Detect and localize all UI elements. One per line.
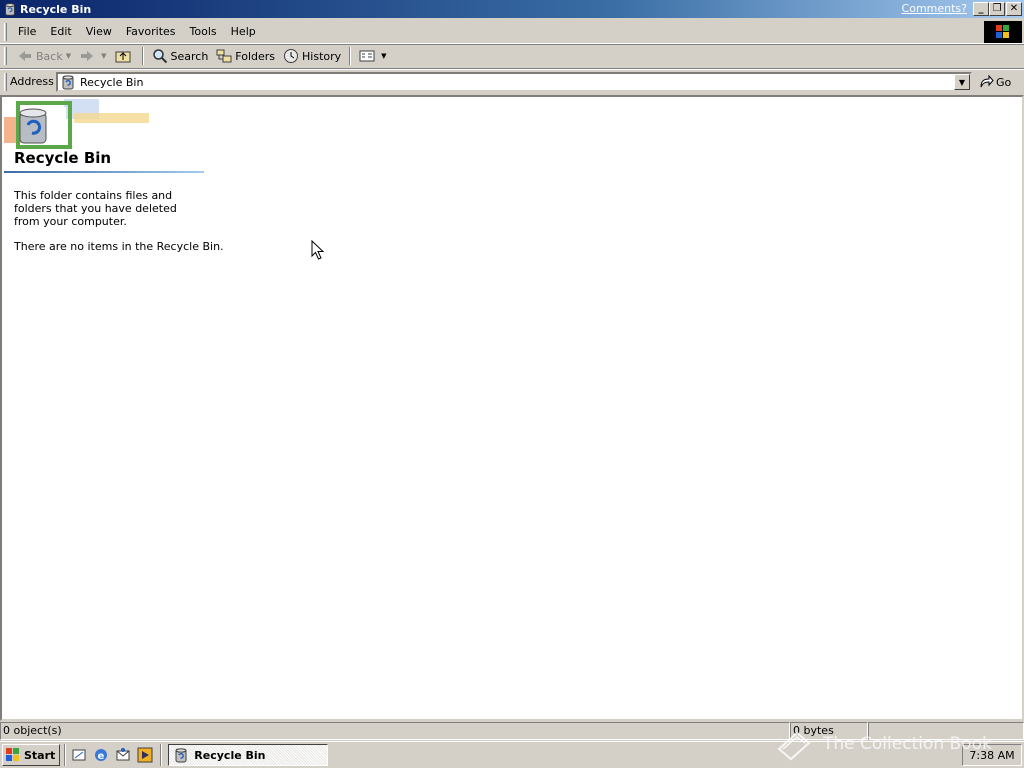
quicklaunch-internet-explorer-icon[interactable]: e (90, 744, 112, 766)
forward-button[interactable]: ▼ (75, 46, 110, 66)
restore-icon: ❐ (992, 3, 1002, 14)
views-icon (359, 48, 375, 64)
history-label: History (302, 49, 342, 63)
start-label: Start (24, 748, 56, 762)
go-arrow-icon (980, 74, 994, 88)
menu-favorites[interactable]: Favorites (119, 25, 183, 38)
menu-edit[interactable]: Edit (43, 25, 78, 38)
address-bar: Address Recycle Bin ▼ Go (0, 69, 1024, 93)
chevron-down-icon[interactable]: ▼ (101, 52, 106, 60)
close-button[interactable]: ✕ (1006, 2, 1022, 16)
taskbar-button-label: Recycle Bin (194, 748, 266, 762)
back-arrow-icon (17, 48, 33, 64)
toolbar-separator (349, 47, 352, 65)
svg-text:e: e (98, 751, 105, 762)
recycle-bin-icon (5, 3, 15, 16)
quicklaunch-media-player-icon[interactable] (134, 744, 156, 766)
menu-file[interactable]: File (11, 25, 43, 38)
up-folder-icon (115, 48, 131, 64)
title-divider (4, 171, 204, 173)
minimize-button[interactable]: _ (973, 2, 989, 16)
window-title: Recycle Bin (20, 2, 92, 16)
recycle-bin-icon (175, 748, 187, 763)
status-object-count: 0 object(s) (0, 722, 790, 740)
folder-title: Recycle Bin (14, 149, 112, 167)
quicklaunch-outlook-icon[interactable] (112, 744, 134, 766)
taskbar-separator (64, 744, 67, 766)
chevron-down-icon: ▼ (958, 77, 966, 87)
quicklaunch-desktop-icon[interactable] (68, 744, 90, 766)
windows-logo-icon (984, 21, 1022, 43)
recycle-bin-icon (62, 75, 74, 90)
address-grip[interactable] (4, 72, 7, 91)
menu-tools[interactable]: Tools (183, 25, 224, 38)
close-icon: ✕ (1009, 3, 1019, 14)
mouse-cursor-icon (311, 240, 325, 260)
folders-label: Folders (235, 49, 276, 63)
folder-description: This folder contains files and folders t… (14, 189, 177, 228)
folder-view[interactable]: Recycle Bin This folder contains files a… (0, 95, 1024, 721)
restore-button[interactable]: ❐ (989, 2, 1005, 16)
empty-message: There are no items in the Recycle Bin. (14, 240, 224, 253)
go-label: Go (996, 75, 1012, 89)
menu-bar: File Edit View Favorites Tools Help (0, 20, 1024, 44)
go-button[interactable]: Go (978, 72, 1011, 92)
up-folder-button[interactable] (111, 46, 138, 66)
search-icon (152, 48, 168, 64)
taskbar-button-recycle-bin[interactable]: Recycle Bin (168, 744, 329, 766)
folders-button[interactable]: Folders (212, 46, 279, 66)
recycle-bin-banner-icon (4, 99, 149, 149)
menu-grip[interactable] (4, 22, 7, 41)
back-button[interactable]: Back ▼ (13, 46, 75, 66)
menu-help[interactable]: Help (224, 25, 263, 38)
toolbar-grip[interactable] (4, 47, 7, 65)
chevron-down-icon[interactable]: ▼ (66, 52, 71, 60)
folders-icon (216, 48, 232, 64)
menu-view[interactable]: View (79, 25, 119, 38)
search-button[interactable]: Search (148, 46, 213, 66)
taskbar-separator (160, 744, 163, 766)
book-logo-icon (777, 731, 811, 761)
title-bar[interactable]: Recycle Bin Comments? _ ❐ ✕ (0, 0, 1024, 18)
minimize-icon: _ (978, 3, 984, 14)
address-label: Address (10, 75, 54, 88)
search-label: Search (170, 49, 209, 63)
back-label: Back (36, 49, 63, 63)
standard-toolbar: Back ▼ ▼ Search Folders History ▼ (0, 45, 1024, 67)
comments-link[interactable]: Comments? (902, 2, 967, 15)
address-field[interactable]: Recycle Bin ▼ (56, 72, 972, 92)
watermark-text: The Collection Book (823, 734, 992, 754)
forward-arrow-icon (79, 48, 95, 64)
start-button[interactable]: Start (2, 744, 61, 766)
watermark: The Collection Book (775, 722, 1015, 766)
address-value[interactable]: Recycle Bin (80, 76, 143, 89)
views-button[interactable]: ▼ (355, 46, 390, 66)
chevron-down-icon[interactable]: ▼ (381, 52, 386, 60)
address-dropdown-button[interactable]: ▼ (954, 74, 970, 90)
history-icon (283, 48, 299, 64)
history-button[interactable]: History (279, 46, 345, 66)
toolbar-separator (141, 47, 144, 65)
windows-logo-icon (6, 748, 19, 761)
